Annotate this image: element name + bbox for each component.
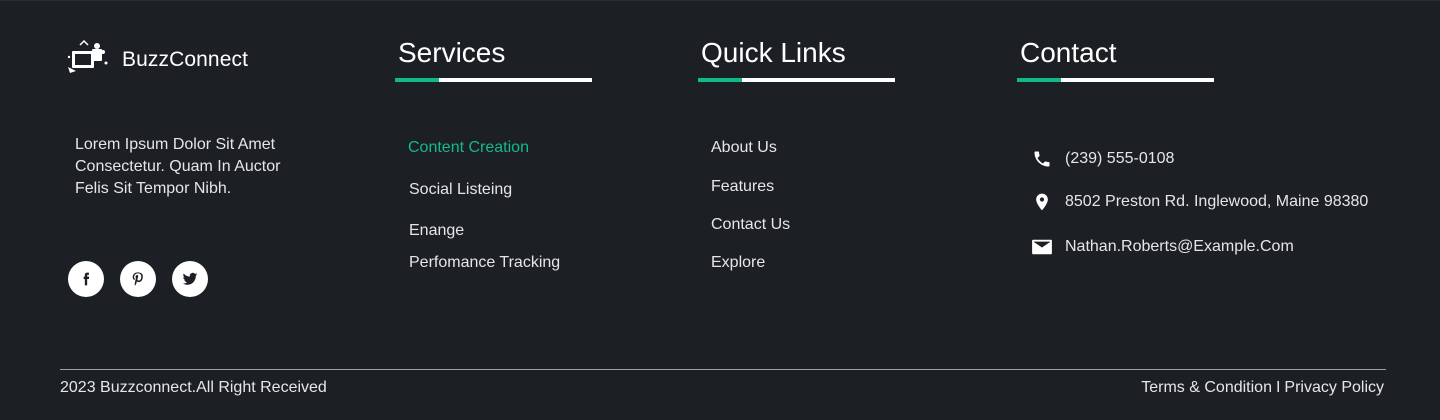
facebook-icon [83, 272, 90, 286]
phone-text: (239) 555-0108 [1065, 150, 1175, 167]
twitter-icon [182, 272, 198, 285]
services-link-0[interactable]: Content Creation [408, 139, 529, 157]
legal-separator: I [1275, 379, 1281, 396]
address-text: 8502 Preston Rd. Inglewood, Maine 98380 [1065, 193, 1369, 210]
contact-title: Contact [1020, 37, 1117, 68]
mail-icon [1031, 236, 1053, 258]
about-text: Lorem Ipsum Dolor Sit Amet Consectetur. … [75, 136, 281, 197]
pinterest-icon [132, 272, 143, 286]
privacy-link[interactable]: Privacy Policy [1284, 379, 1384, 397]
contact-address[interactable]: 8502 Preston Rd. Inglewood, Maine 98380 [1031, 191, 1368, 213]
phone-icon [1031, 148, 1053, 170]
quick-link-about[interactable]: About Us [711, 139, 777, 157]
quick-link-features[interactable]: Features [711, 178, 774, 196]
brand[interactable]: BuzzConnect [66, 39, 248, 80]
site-footer: BuzzConnect Lorem Ipsum Dolor Sit Amet C… [0, 0, 1440, 420]
quick-links-underline [698, 78, 895, 82]
twitter-button[interactable] [172, 261, 208, 297]
contact-phone[interactable]: (239) 555-0108 [1031, 148, 1174, 170]
services-link-2[interactable]: Enange [409, 222, 464, 240]
pinterest-button[interactable] [120, 261, 156, 297]
social-links [68, 261, 208, 297]
location-pin-icon [1031, 191, 1053, 213]
facebook-button[interactable] [68, 261, 104, 297]
contact-underline [1017, 78, 1214, 82]
services-link-1[interactable]: Social Listeing [409, 181, 512, 199]
quick-links-title: Quick Links [701, 37, 846, 68]
terms-link[interactable]: Terms & Condition [1141, 379, 1272, 397]
quick-link-contact[interactable]: Contact Us [711, 216, 790, 234]
contact-email[interactable]: Nathan.Roberts@Example.Com [1031, 236, 1294, 258]
services-link-3[interactable]: Perfomance Tracking [409, 254, 560, 272]
services-title: Services [398, 37, 506, 68]
services-underline [395, 78, 592, 82]
footer-divider [60, 369, 1386, 370]
brand-name: BuzzConnect [122, 47, 249, 71]
quick-link-explore[interactable]: Explore [711, 254, 765, 272]
email-text: Nathan.Roberts@Example.Com [1065, 238, 1294, 255]
legal-links: Terms & Condition I Privacy Policy [1141, 379, 1384, 397]
copyright-text: 2023 Buzzconnect.All Right Received [60, 379, 327, 396]
logo-icon [66, 39, 110, 80]
